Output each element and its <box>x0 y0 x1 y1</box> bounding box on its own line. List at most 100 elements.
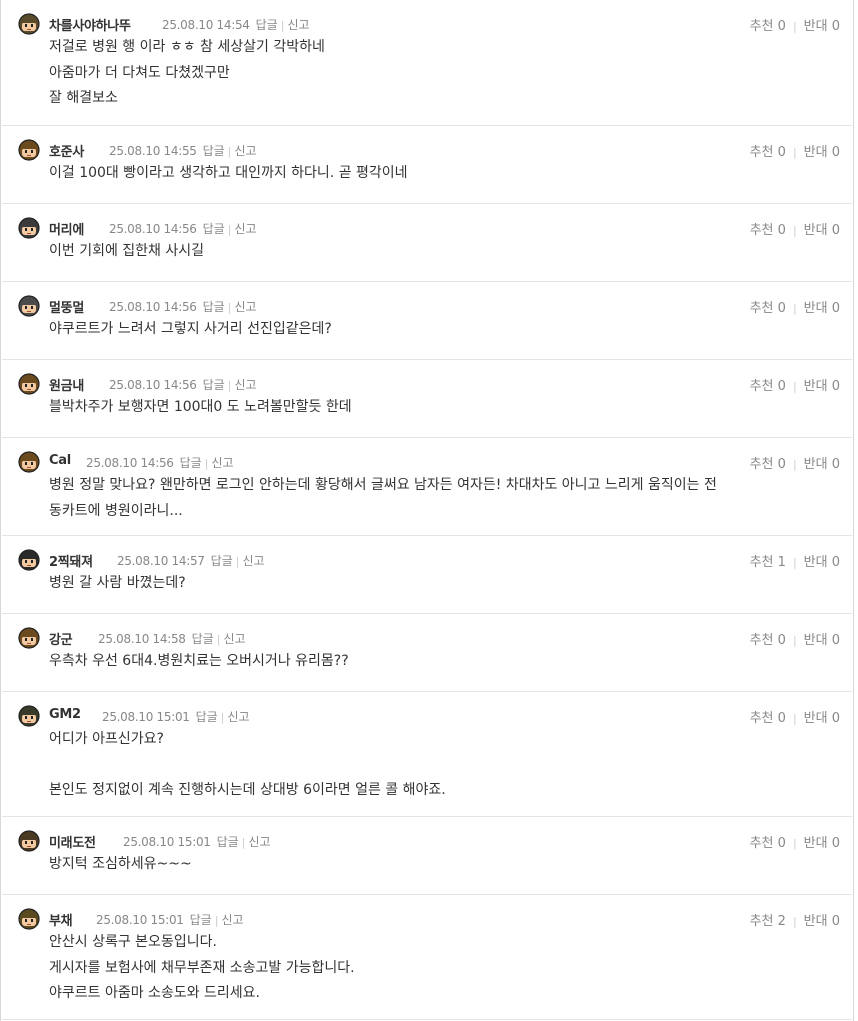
user-avatar-icon[interactable] <box>17 371 41 395</box>
report-link[interactable]: 신고 <box>242 554 264 568</box>
downvote-count: 0 <box>831 19 840 34</box>
downvote-label: 반대 <box>803 633 828 648</box>
comment-text-line: 우측차 우선 6대4.병원치료는 오버시거나 유리몸?? <box>49 653 349 669</box>
downvote-button[interactable]: 반대 0 <box>804 555 840 570</box>
user-avatar-icon[interactable] <box>17 828 41 852</box>
downvote-button[interactable]: 반대 0 <box>804 711 840 726</box>
downvote-button[interactable]: 반대 0 <box>804 379 840 394</box>
report-link[interactable]: 신고 <box>227 710 249 724</box>
upvote-count: 0 <box>777 457 786 472</box>
upvote-button[interactable]: 추천 0 <box>750 836 786 851</box>
comment-author[interactable]: 멀뚱멀 <box>49 297 84 316</box>
upvote-count: 0 <box>777 223 786 238</box>
reply-link[interactable]: 답글 <box>203 300 225 314</box>
reply-link[interactable]: 답글 <box>203 144 225 158</box>
divider: | <box>792 458 797 471</box>
downvote-button[interactable]: 반대 0 <box>804 633 840 648</box>
user-avatar-icon[interactable] <box>17 703 41 727</box>
comment-body: 야쿠르트가 느려서 그렇지 사거리 선진입같은데? <box>17 317 840 343</box>
downvote-label: 반대 <box>803 379 828 394</box>
comment-author[interactable]: 미래도전 <box>49 832 96 851</box>
report-link[interactable]: 신고 <box>234 378 256 392</box>
downvote-button[interactable]: 반대 0 <box>804 301 840 316</box>
downvote-count: 0 <box>831 836 840 851</box>
downvote-label: 반대 <box>803 836 828 851</box>
divider: | <box>220 711 225 724</box>
user-avatar-icon[interactable] <box>17 625 41 649</box>
divider: | <box>792 837 797 850</box>
comment-body: 저걸로 병원 행 이라 ㅎㅎ 참 세상살기 각박하네 아줌마가 더 다쳐도 다쳤… <box>17 35 840 112</box>
comment-text-line: 잘 해결보소 <box>49 90 118 106</box>
comment-author[interactable]: 원금내 <box>49 375 84 394</box>
divider: | <box>227 379 232 392</box>
user-avatar-icon[interactable] <box>17 137 41 161</box>
upvote-button[interactable]: 추천 1 <box>750 555 786 570</box>
comment-item: 2찍돼져 25.08.10 14:57 답글 | 신고 추천 1 | 반대 0 병원 갈 … <box>2 536 852 614</box>
comment-item: Cal 25.08.10 14:56 답글 | 신고 추천 0 | 반대 0 병원 정말 … <box>2 438 852 536</box>
comment-body: 방지턱 조심하세유~~~ <box>17 852 840 878</box>
user-avatar-icon[interactable] <box>17 11 41 35</box>
reply-link[interactable]: 답글 <box>192 632 214 646</box>
divider: | <box>280 19 285 32</box>
reply-link[interactable]: 답글 <box>190 913 212 927</box>
upvote-button[interactable]: 추천 0 <box>750 457 786 472</box>
upvote-button[interactable]: 추천 0 <box>750 379 786 394</box>
report-link[interactable]: 신고 <box>211 456 233 470</box>
comment-author[interactable]: GM2 <box>49 707 81 722</box>
comment-item: 멀뚱멀 25.08.10 14:56 답글 | 신고 추천 0 | 반대 0 야쿠르트가 … <box>2 282 852 360</box>
comment-body: 이번 기회에 집한채 사시길 <box>17 239 840 265</box>
comment-author[interactable]: 머리에 <box>49 219 84 238</box>
upvote-button[interactable]: 추천 2 <box>750 914 786 929</box>
comment-text-line: 방지턱 조심하세유~~~ <box>49 856 192 872</box>
report-link[interactable]: 신고 <box>234 222 256 236</box>
reply-link[interactable]: 답글 <box>196 710 218 724</box>
comment-body: 병원 정말 맞나요? 왠만하면 로그인 안하는데 황당해서 글써요 남자든 여자… <box>17 473 840 524</box>
user-avatar-icon[interactable] <box>17 906 41 930</box>
reply-link[interactable]: 답글 <box>203 378 225 392</box>
comment-author[interactable]: 호준사 <box>49 141 84 160</box>
comment-author[interactable]: 차를사야하나뚜 <box>49 15 131 34</box>
comment-author[interactable]: 부채 <box>49 910 73 929</box>
downvote-button[interactable]: 반대 0 <box>804 457 840 472</box>
divider: | <box>227 301 232 314</box>
upvote-label: 추천 <box>749 555 774 570</box>
comment-date: 25.08.10 14:58 <box>98 632 186 646</box>
comment-date: 25.08.10 14:56 <box>109 300 197 314</box>
reply-link[interactable]: 답글 <box>211 554 233 568</box>
upvote-button[interactable]: 추천 0 <box>750 301 786 316</box>
comment-text-line: 어디가 아프신가요? <box>49 731 164 747</box>
upvote-button[interactable]: 추천 0 <box>750 223 786 238</box>
user-avatar-icon[interactable] <box>17 215 41 239</box>
divider: | <box>227 145 232 158</box>
reply-link[interactable]: 답글 <box>203 222 225 236</box>
report-link[interactable]: 신고 <box>234 144 256 158</box>
downvote-button[interactable]: 반대 0 <box>804 19 840 34</box>
reply-link[interactable]: 답글 <box>180 456 202 470</box>
comment-item: 부채 25.08.10 15:01 답글 | 신고 추천 2 | 반대 0 안산시 상록구… <box>2 895 852 1020</box>
downvote-button[interactable]: 반대 0 <box>804 223 840 238</box>
divider: | <box>792 224 797 237</box>
report-link[interactable]: 신고 <box>234 300 256 314</box>
reply-link[interactable]: 답글 <box>217 835 239 849</box>
report-link[interactable]: 신고 <box>287 18 309 32</box>
comment-author[interactable]: 2찍돼져 <box>49 551 93 570</box>
upvote-button[interactable]: 추천 0 <box>750 145 786 160</box>
downvote-button[interactable]: 반대 0 <box>804 836 840 851</box>
downvote-count: 0 <box>831 301 840 316</box>
upvote-count: 0 <box>777 19 786 34</box>
comment-author[interactable]: Cal <box>49 453 71 468</box>
reply-link[interactable]: 답글 <box>256 18 278 32</box>
report-link[interactable]: 신고 <box>248 835 270 849</box>
downvote-button[interactable]: 반대 0 <box>804 914 840 929</box>
comment-author[interactable]: 강군 <box>49 629 73 648</box>
upvote-button[interactable]: 추천 0 <box>750 19 786 34</box>
user-avatar-icon[interactable] <box>17 293 41 317</box>
downvote-button[interactable]: 반대 0 <box>804 145 840 160</box>
user-avatar-icon[interactable] <box>17 449 41 473</box>
upvote-button[interactable]: 추천 0 <box>750 633 786 648</box>
user-avatar-icon[interactable] <box>17 547 41 571</box>
report-link[interactable]: 신고 <box>223 632 245 646</box>
report-link[interactable]: 신고 <box>221 913 243 927</box>
upvote-button[interactable]: 추천 0 <box>750 711 786 726</box>
upvote-label: 추천 <box>749 457 774 472</box>
